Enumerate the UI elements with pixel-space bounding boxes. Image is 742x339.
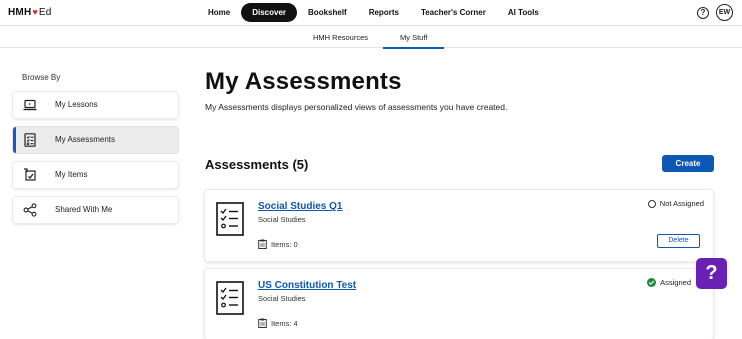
nav-bookshelf[interactable]: Bookshelf [297,3,358,22]
clipboard-icon [258,239,267,249]
assessment-items-count: Items: 0 [258,239,298,249]
items-count-label: Items: 0 [271,239,298,249]
assessment-items-count: Items: 4 [258,318,298,328]
nav-reports[interactable]: Reports [358,3,410,22]
assessment-title-link[interactable]: US Constitution Test [258,280,356,291]
assessment-subject: Social Studies [258,215,306,224]
sidebar-item-label: My Items [55,170,88,179]
items-count-label: Items: 4 [271,318,298,328]
sidebar-item-my-lessons[interactable]: My Lessons [13,92,178,118]
page-description: My Assessments displays personalized vie… [205,102,508,112]
assessment-status: Not Assigned [647,199,704,208]
assessment-status: Assigned [647,278,691,287]
main-nav: Home Discover Bookshelf Reports Teacher'… [197,3,550,22]
user-avatar[interactable]: EW [716,4,733,21]
sidebar-item-label: My Assessments [55,135,116,144]
help-icon[interactable]: ? [697,7,709,19]
assessment-card[interactable]: Social Studies Q1 Social Studies Items: … [205,190,713,261]
assessments-heading: Assessments (5) [205,157,309,172]
logo-text: HMH [8,7,32,18]
assessment-checklist-icon [216,281,244,315]
sidebar-item-my-assessments[interactable]: My Assessments [13,127,178,153]
checklist-icon [24,133,36,147]
items-icon [24,168,36,181]
page-title: My Assessments [205,68,402,95]
not-assigned-status-icon [647,199,656,208]
tab-hmh-resources[interactable]: HMH Resources [313,33,368,42]
logo-suffix: Ed [38,7,52,18]
top-bar: HMH♥Ed Home Discover Bookshelf Reports T… [0,0,742,26]
logo-heart-icon: ♥ [32,7,38,17]
nav-teachers-corner[interactable]: Teacher's Corner [410,3,497,22]
help-fab-button[interactable]: ? [696,258,727,289]
sidebar-item-label: Shared With Me [55,205,113,214]
status-label: Not Assigned [659,199,704,208]
clipboard-icon [258,318,267,328]
nav-ai-tools[interactable]: AI Tools [497,3,550,22]
nav-home[interactable]: Home [197,3,241,22]
nav-discover[interactable]: Discover [241,3,298,22]
share-icon [23,203,37,217]
tab-my-stuff[interactable]: My Stuff [383,33,445,49]
assessment-title-link[interactable]: Social Studies Q1 [258,201,342,212]
browse-by-heading: Browse By [22,73,61,82]
laptop-icon [23,99,37,111]
assessment-card[interactable]: US Constitution Test Social Studies Item… [205,269,713,339]
sub-nav: HMH Resources My Stuff [0,27,742,49]
status-label: Assigned [660,278,691,287]
sidebar-item-my-items[interactable]: My Items [13,162,178,188]
assessment-checklist-icon [216,202,244,236]
assigned-check-icon [647,278,657,287]
delete-button[interactable]: Delete [657,234,700,248]
sidebar-item-label: My Lessons [55,100,98,109]
sidebar-item-shared-with-me[interactable]: Shared With Me [13,197,178,223]
assessment-subject: Social Studies [258,294,306,303]
hmh-ed-logo[interactable]: HMH♥Ed [8,7,52,18]
create-button[interactable]: Create [662,155,714,172]
